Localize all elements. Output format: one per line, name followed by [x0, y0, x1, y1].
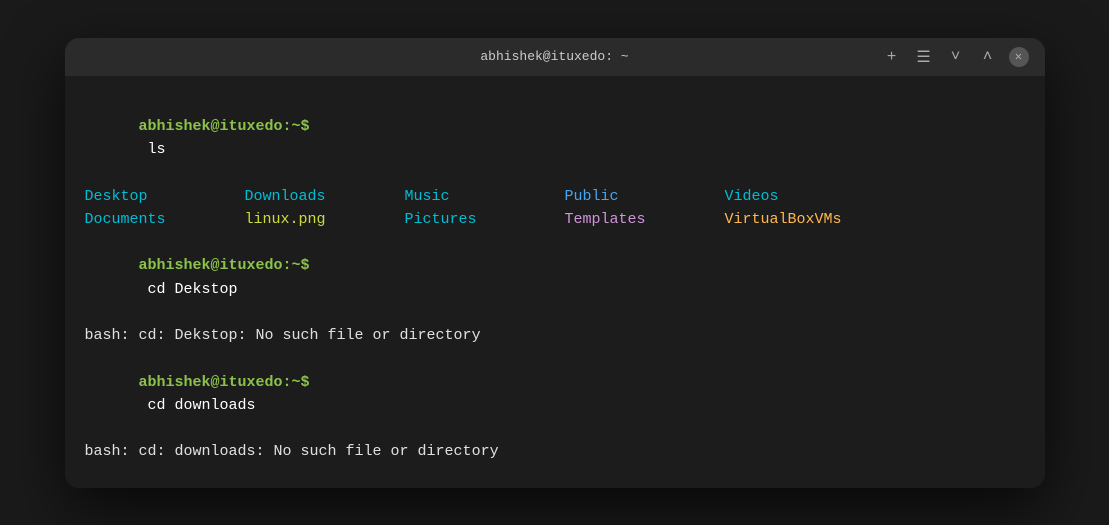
output-cd-downloads: bash: cd: downloads: No such file or dir…	[85, 440, 1025, 463]
prompt-3: abhishek@ituxedo:~$	[139, 374, 310, 391]
ls-item-desktop: Desktop	[85, 185, 245, 208]
terminal-line-2: abhishek@ituxedo:~$ cd Dekstop	[85, 231, 1025, 324]
command-cd-downloads: cd downloads	[139, 397, 256, 414]
title-bar: abhishek@ituxedo: ~ + ☰ ˅ ˄ ✕	[65, 38, 1045, 76]
command-text: ls	[139, 141, 166, 158]
scroll-down-button[interactable]: ˅	[945, 46, 967, 68]
ls-output-row2: Documents linux.png Pictures Templates V…	[85, 208, 1025, 231]
ls-item-linuxpng: linux.png	[245, 208, 405, 231]
title-bar-controls: + ☰ ˅ ˄ ✕	[881, 46, 1029, 68]
close-button[interactable]: ✕	[1009, 47, 1029, 67]
window-title: abhishek@ituxedo: ~	[480, 49, 628, 64]
ls-item-downloads: Downloads	[245, 185, 405, 208]
ls-item-virtualboxvms: VirtualBoxVMs	[725, 208, 885, 231]
ls-item-templates: Templates	[565, 208, 725, 231]
terminal-body[interactable]: abhishek@ituxedo:~$ ls Desktop Downloads…	[65, 76, 1045, 488]
ls-item-public: Public	[565, 185, 725, 208]
add-tab-button[interactable]: +	[881, 46, 903, 68]
ls-item-music: Music	[405, 185, 565, 208]
terminal-line-3: abhishek@ituxedo:~$ cd downloads	[85, 347, 1025, 440]
ls-item-videos: Videos	[725, 185, 885, 208]
command-cd-dekstop: cd Dekstop	[139, 281, 238, 298]
prompt-2: abhishek@ituxedo:~$	[139, 257, 310, 274]
ls-item-pictures: Pictures	[405, 208, 565, 231]
ls-item-documents: Documents	[85, 208, 245, 231]
menu-button[interactable]: ☰	[913, 46, 935, 68]
terminal-window: abhishek@ituxedo: ~ + ☰ ˅ ˄ ✕ abhishek@i…	[65, 38, 1045, 488]
ls-output-row1: Desktop Downloads Music Public Videos	[85, 185, 1025, 208]
prompt: abhishek@ituxedo:~$	[139, 118, 310, 135]
scroll-up-button[interactable]: ˄	[977, 46, 999, 68]
terminal-line-4: abhishek@ituxedo:~$ cd usr/share	[85, 464, 1025, 488]
output-cd-dekstop: bash: cd: Dekstop: No such file or direc…	[85, 324, 1025, 347]
terminal-line: abhishek@ituxedo:~$ ls	[85, 92, 1025, 185]
